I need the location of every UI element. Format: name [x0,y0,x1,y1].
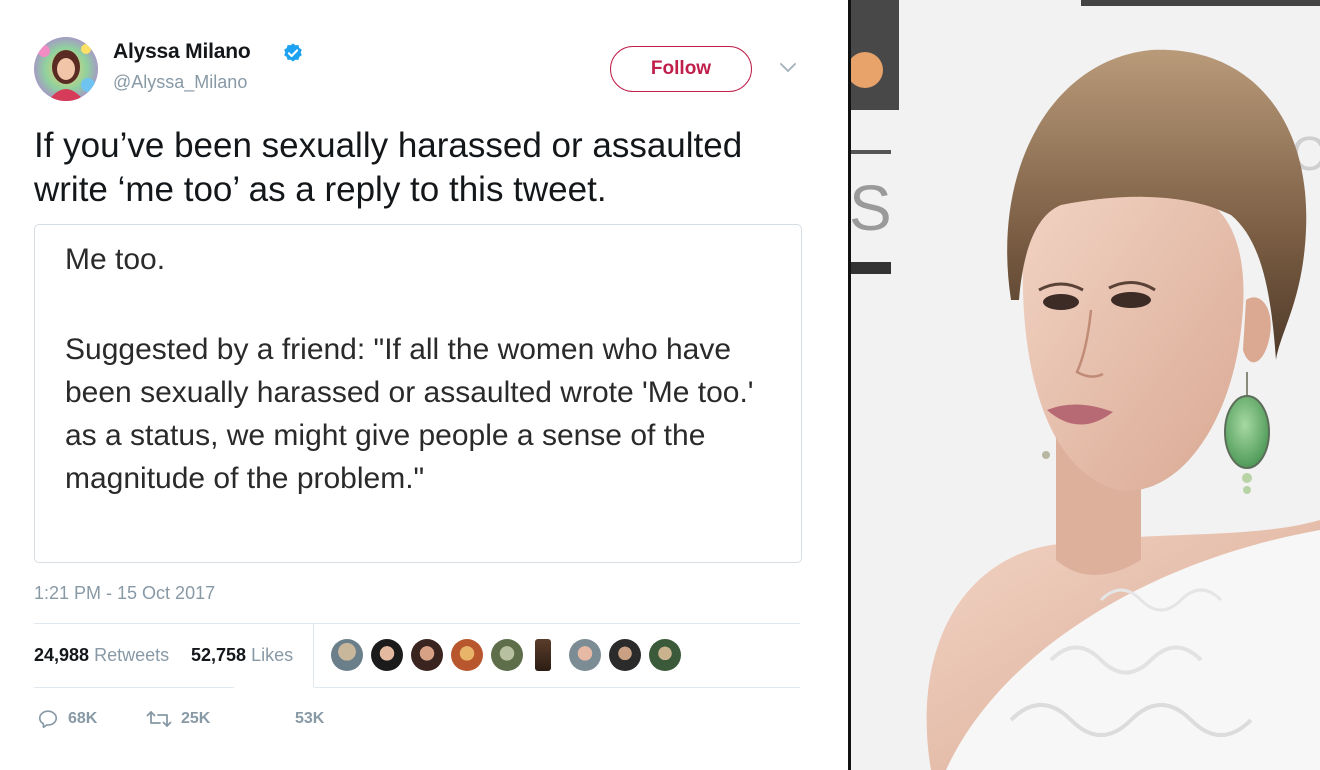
retweet-count: 25K [181,710,211,727]
like-count: 53K [295,710,325,727]
reply-icon [38,710,58,729]
liker-avatar[interactable] [491,639,523,671]
reply-button[interactable]: 68K [37,707,97,731]
retweets-label: Retweets [94,645,170,665]
likes-label: Likes [251,645,294,665]
follow-button[interactable]: Follow [610,46,752,92]
likes-stat[interactable]: 52,758 Likes [191,645,293,666]
retweet-icon [146,711,172,727]
liker-avatar[interactable] [451,639,483,671]
tweet-timestamp[interactable]: 1:21 PM - 15 Oct 2017 [34,583,215,604]
retweets-stat[interactable]: 24,988 Retweets [34,645,169,666]
author-handle[interactable]: @Alyssa_Milano [113,72,247,93]
liker-avatar[interactable] [535,639,551,671]
tweet-text: If you’ve been sexually harassed or assa… [34,124,834,212]
status-line: Me too. [65,243,166,276]
liker-avatar[interactable] [411,639,443,671]
liker-avatar[interactable] [569,639,601,671]
verified-badge-icon [284,43,302,62]
attached-status-image[interactable]: Me too. Suggested by a friend: "If all t… [34,224,802,563]
status-body: Suggested by a friend: "If all the women… [65,333,754,495]
divider [34,623,800,624]
author-name[interactable]: Alyssa Milano [113,40,251,64]
likes-count: 52,758 [191,645,247,665]
liker-avatar[interactable] [371,639,403,671]
author-avatar[interactable] [34,37,98,101]
chevron-down-icon[interactable] [778,60,798,76]
reply-count: 68K [68,710,98,727]
retweets-count: 24,988 [34,645,90,665]
svg-text:S: S [851,172,892,244]
liker-avatar[interactable] [331,639,363,671]
like-button[interactable]: 53K [262,707,324,731]
tweet-text-line: If you’ve been sexually harassed or assa… [34,126,743,165]
divider [314,687,800,688]
portrait-photo: S C [851,0,1320,770]
divider [313,624,314,687]
tweet-text-line: write ‘me too’ as a reply to this tweet. [34,170,607,209]
divider [34,687,234,688]
retweet-button[interactable]: 25K [146,707,210,731]
liker-avatar[interactable] [609,639,641,671]
liker-avatar[interactable] [649,639,681,671]
tweet-panel: Alyssa Milano @Alyssa_Milano Follow If y… [0,0,848,770]
